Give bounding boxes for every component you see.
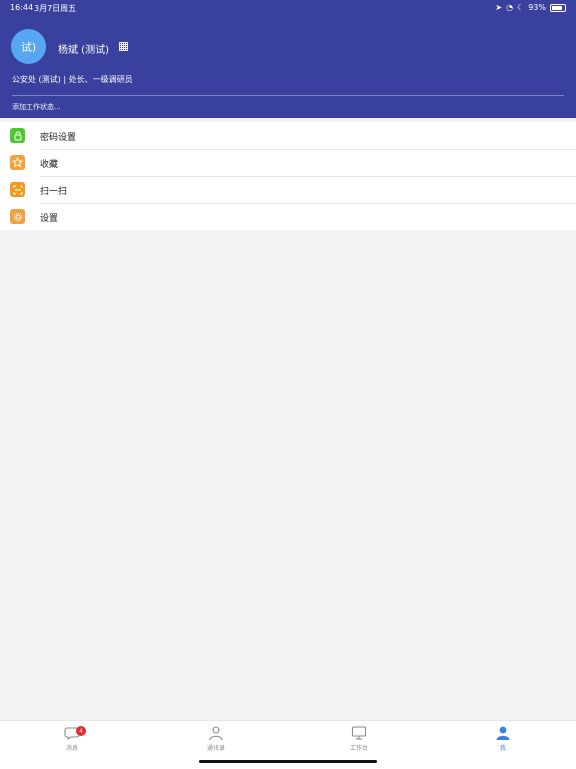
avatar[interactable]: 试) xyxy=(11,29,46,64)
tab-contacts[interactable]: 通讯录 xyxy=(176,725,256,763)
menu-item-password-settings[interactable]: 密码设置 xyxy=(0,122,576,149)
menu-label: 密码设置 xyxy=(40,133,77,143)
lock-icon xyxy=(10,128,25,143)
status-time: 16:44 xyxy=(10,3,34,12)
user-icon xyxy=(496,726,510,740)
location-icon: ➤ xyxy=(495,3,503,12)
user-name: 杨斌 (测试) xyxy=(58,45,109,56)
tab-workbench[interactable]: 工作台 xyxy=(319,725,399,763)
status-bar: 16:44 3月7日周五 ➤ ◔ ☾ 93% xyxy=(0,0,576,16)
menu-item-settings[interactable]: 设置 xyxy=(0,203,576,230)
tab-label: 工作台 xyxy=(349,745,368,752)
tab-messages[interactable]: 4 消息 xyxy=(32,725,112,763)
scan-icon xyxy=(10,182,25,197)
department-title: 公安处 (测试) | 处长、一级调研员 xyxy=(12,75,133,84)
menu-item-scan[interactable]: 扫一扫 xyxy=(0,176,576,203)
wifi-icon: ◔ xyxy=(506,3,514,12)
star-icon xyxy=(10,155,25,170)
unread-badge: 4 xyxy=(76,726,86,736)
menu-label: 扫一扫 xyxy=(40,187,68,197)
tab-me[interactable]: 我 xyxy=(463,725,543,763)
settings-menu: 密码设置 收藏 扫一扫 设置 xyxy=(0,122,576,230)
qr-code-icon[interactable] xyxy=(119,42,128,51)
home-indicator xyxy=(199,760,377,763)
monitor-icon xyxy=(351,726,367,740)
gear-icon xyxy=(10,209,25,224)
menu-item-favorites[interactable]: 收藏 xyxy=(0,149,576,176)
tab-label: 我 xyxy=(499,745,506,752)
battery-icon xyxy=(550,3,566,12)
battery-text: 93% xyxy=(528,3,546,12)
profile-header: 16:44 3月7日周五 ➤ ◔ ☾ 93% 试) 杨斌 (测试) 公安处 (测… xyxy=(0,0,576,118)
header-divider xyxy=(12,95,564,96)
menu-label: 设置 xyxy=(40,214,59,224)
add-work-status[interactable]: 添加工作状态... xyxy=(12,102,61,112)
contacts-icon xyxy=(209,726,223,741)
tab-label: 消息 xyxy=(65,745,78,752)
status-date: 3月7日周五 xyxy=(34,4,77,13)
menu-label: 收藏 xyxy=(40,160,59,170)
status-indicators: ➤ ◔ ☾ 93% xyxy=(495,3,566,12)
moon-icon: ☾ xyxy=(517,3,525,12)
tab-label: 通讯录 xyxy=(206,745,225,752)
